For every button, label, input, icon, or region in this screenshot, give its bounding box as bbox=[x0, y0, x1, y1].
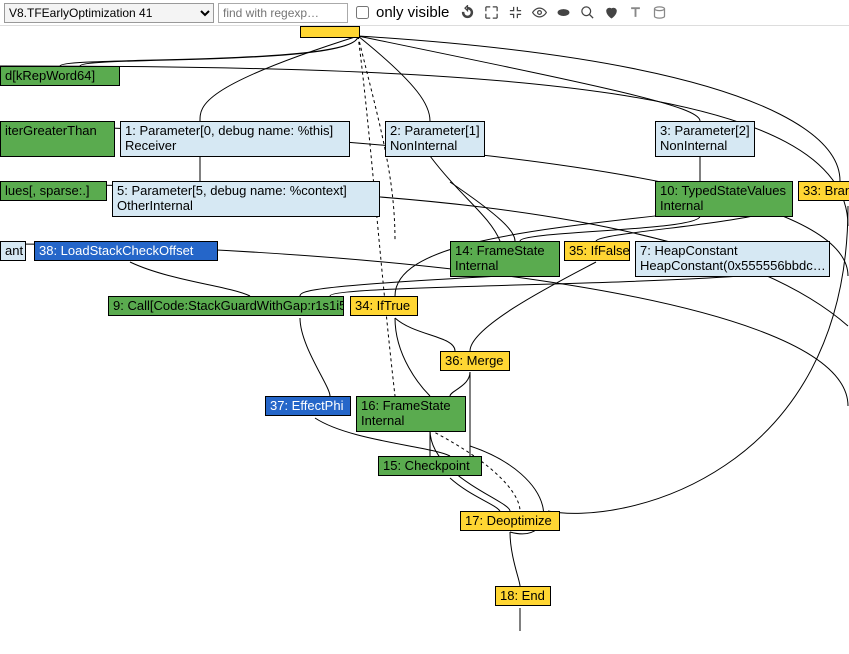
node-framestate-16[interactable]: 16: FrameState Internal bbox=[356, 396, 466, 432]
node-typedstate-10[interactable]: 10: TypedStateValues Internal bbox=[655, 181, 793, 217]
refresh-icon[interactable] bbox=[457, 3, 477, 23]
node-param0[interactable]: 1: Parameter[0, debug name: %this] Recei… bbox=[120, 121, 350, 157]
node-param2[interactable]: 3: Parameter[2] NonInternal bbox=[655, 121, 755, 157]
node-framestate-14[interactable]: 14: FrameState Internal bbox=[450, 241, 560, 277]
only-visible-label: only visible bbox=[376, 4, 449, 21]
node-values-sparse[interactable]: lues[, sparse:.] bbox=[0, 181, 107, 201]
node-ant[interactable]: ant bbox=[0, 241, 26, 261]
layers-icon[interactable] bbox=[553, 3, 573, 23]
node-loadstack-38[interactable]: 38: LoadStackCheckOffset bbox=[34, 241, 218, 261]
node-greaterthan[interactable]: iterGreaterThan bbox=[0, 121, 115, 157]
node-iftrue-34[interactable]: 34: IfTrue bbox=[350, 296, 418, 316]
phase-select[interactable]: V8.TFEarlyOptimization 41 bbox=[4, 3, 214, 23]
node-effectphi-37[interactable]: 37: EffectPhi bbox=[265, 396, 351, 416]
node-end-18[interactable]: 18: End bbox=[495, 586, 551, 606]
node-call-9[interactable]: 9: Call[Code:StackGuardWithGap:r1s1i5f1] bbox=[108, 296, 344, 316]
node-internal-top[interactable] bbox=[300, 26, 360, 38]
node-param5[interactable]: 5: Parameter[5, debug name: %context] Ot… bbox=[112, 181, 380, 217]
node-iffalse-35[interactable]: 35: IfFalse bbox=[564, 241, 630, 261]
node-param1[interactable]: 2: Parameter[1] NonInternal bbox=[385, 121, 485, 157]
favorite-icon[interactable] bbox=[601, 3, 621, 23]
node-merge-36[interactable]: 36: Merge bbox=[440, 351, 510, 371]
text-icon[interactable] bbox=[625, 3, 645, 23]
expand-icon[interactable] bbox=[481, 3, 501, 23]
search-icon[interactable] bbox=[577, 3, 597, 23]
search-input[interactable] bbox=[218, 3, 348, 23]
collapse-icon[interactable] bbox=[505, 3, 525, 23]
cache-icon[interactable] bbox=[649, 3, 669, 23]
only-visible-checkbox[interactable] bbox=[356, 6, 369, 19]
node-krepword64[interactable]: d[kRepWord64] bbox=[0, 66, 120, 86]
eye-icon[interactable] bbox=[529, 3, 549, 23]
node-heapconst-7[interactable]: 7: HeapConstant HeapConstant(0x555556bbd… bbox=[635, 241, 830, 277]
graph-canvas[interactable]: d[kRepWord64] iterGreaterThan 1: Paramet… bbox=[0, 26, 849, 654]
node-deoptimize-17[interactable]: 17: Deoptimize bbox=[460, 511, 560, 531]
node-branch-33[interactable]: 33: Branch[True, SafetyCheck] bbox=[798, 181, 849, 201]
node-checkpoint-15[interactable]: 15: Checkpoint bbox=[378, 456, 482, 476]
